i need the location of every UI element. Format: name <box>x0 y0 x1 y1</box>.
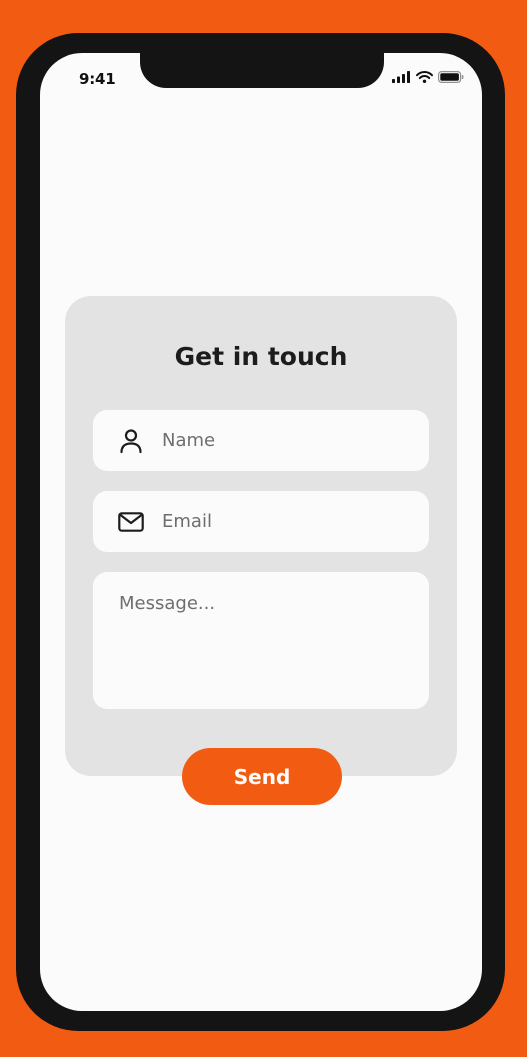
user-icon <box>118 428 144 454</box>
email-input-placeholder: Email <box>162 511 212 532</box>
battery-icon <box>438 71 464 83</box>
wifi-icon <box>416 71 433 83</box>
contact-form-card: Get in touch Name Email Message... <box>65 296 457 776</box>
message-field[interactable]: Message... <box>93 572 429 709</box>
phone-notch <box>140 53 384 88</box>
name-field[interactable]: Name <box>93 410 429 471</box>
message-input-placeholder: Message... <box>119 593 216 614</box>
phone-screen: 9:41 Get in touch Name Email Message... … <box>40 53 482 1011</box>
status-time: 9:41 <box>79 70 116 88</box>
name-input-placeholder: Name <box>162 430 216 451</box>
form-title: Get in touch <box>174 342 348 371</box>
signal-icon <box>392 71 410 83</box>
status-icons <box>392 71 464 83</box>
email-field[interactable]: Email <box>93 491 429 552</box>
send-button[interactable]: Send <box>182 748 342 805</box>
mail-icon <box>118 509 144 535</box>
phone-frame: 9:41 Get in touch Name Email Message... … <box>16 33 505 1031</box>
